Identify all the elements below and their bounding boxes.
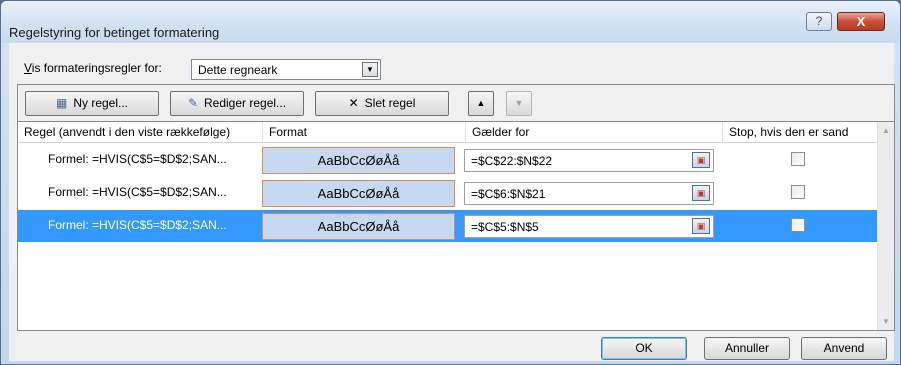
table-row[interactable]: Formel: =HVIS(C$5=$D$2;SAN... AaBbCcØøÅå… [18,177,877,209]
table-row-selected[interactable]: Formel: =HVIS(C$5=$D$2;SAN... AaBbCcØøÅå… [18,210,877,242]
stop-if-true-checkbox[interactable] [791,185,805,199]
delete-icon: ✕ [348,96,359,110]
applies-to-field[interactable]: =$C$6:$N$21 ▣ [464,182,714,205]
chevron-down-icon[interactable]: ▼ [362,62,378,77]
new-rule-label: Ny regel... [73,96,129,110]
move-up-button[interactable]: ▲ [468,91,494,116]
column-header-rule[interactable]: Regel (anvendt i den viste rækkefølge) [18,122,263,142]
applies-to-value: =$C$6:$N$21 [471,187,546,201]
stop-if-true-checkbox[interactable] [791,152,805,166]
scope-select-value: Dette regneark [198,63,278,77]
vertical-scrollbar[interactable]: ▲ ▼ [877,122,894,330]
new-rule-icon: ▦ [55,96,68,110]
move-down-button[interactable]: ▼ [506,91,532,116]
title-bar[interactable]: Regelstyring for betinget formatering ? … [1,1,900,43]
rules-grid: Regel (anvendt i den viste rækkefølge) F… [17,121,895,331]
range-select-icon[interactable]: ▣ [692,152,710,168]
window-title: Regelstyring for betinget formatering [9,25,220,40]
table-row[interactable]: Formel: =HVIS(C$5=$D$2;SAN... AaBbCcØøÅå… [18,144,877,176]
close-button[interactable]: X [837,12,885,31]
new-rule-button[interactable]: ▦ Ny regel... [25,91,159,116]
filter-label-text: is formateringsregler for: [31,61,162,75]
edit-rule-icon: ✎ [187,96,198,110]
column-header-applies[interactable]: Gælder for [466,122,723,142]
format-preview: AaBbCcØøÅå [262,180,455,207]
arrow-up-icon: ▲ [476,98,486,108]
rule-formula: Formel: =HVIS(C$5=$D$2;SAN... [48,185,227,199]
dialog-window: Regelstyring for betinget formatering ? … [0,0,901,365]
applies-to-value: =$C$22:$N$22 [471,154,553,168]
edit-rule-button[interactable]: ✎ Rediger regel... [170,91,304,116]
filter-label-accesskey: V [24,61,32,75]
scroll-up-icon[interactable]: ▲ [878,122,894,139]
range-select-icon[interactable]: ▣ [692,185,710,201]
help-icon: ? [815,14,823,28]
help-button[interactable]: ? [806,12,832,31]
range-select-icon[interactable]: ▣ [692,218,710,234]
column-header-format[interactable]: Format [263,122,466,142]
cancel-button[interactable]: Annuller [704,337,790,360]
delete-rule-button[interactable]: ✕ Slet regel [315,91,449,116]
format-preview: AaBbCcØøÅå [262,213,455,240]
applies-to-field[interactable]: =$C$5:$N$5 ▣ [464,215,714,238]
rule-formula: Formel: =HVIS(C$5=$D$2;SAN... [48,218,227,232]
format-preview: AaBbCcØøÅå [262,147,455,174]
apply-button[interactable]: Anvend [801,337,887,360]
dialog-content: Vis formateringsregler for: Dette regnea… [9,43,895,361]
close-icon: X [856,14,866,29]
stop-if-true-checkbox[interactable] [791,218,805,232]
column-header-stop[interactable]: Stop, hvis den er sand [723,122,877,142]
scope-select[interactable]: Dette regneark ▼ [191,59,381,80]
arrow-down-icon: ▼ [514,98,524,108]
scroll-down-icon[interactable]: ▼ [878,313,894,330]
grid-header: Regel (anvendt i den viste rækkefølge) F… [18,122,877,143]
ok-button[interactable]: OK [601,337,687,360]
edit-rule-label: Rediger regel... [204,96,287,110]
applies-to-value: =$C$5:$N$5 [471,220,539,234]
rule-formula: Formel: =HVIS(C$5=$D$2;SAN... [48,152,227,166]
delete-rule-label: Slet regel [364,96,416,110]
applies-to-field[interactable]: =$C$22:$N$22 ▣ [464,149,714,172]
filter-label: Vis formateringsregler for: [24,61,162,75]
rule-toolbar: ▦ Ny regel... ✎ Rediger regel... ✕ Slet reg… [17,84,895,121]
